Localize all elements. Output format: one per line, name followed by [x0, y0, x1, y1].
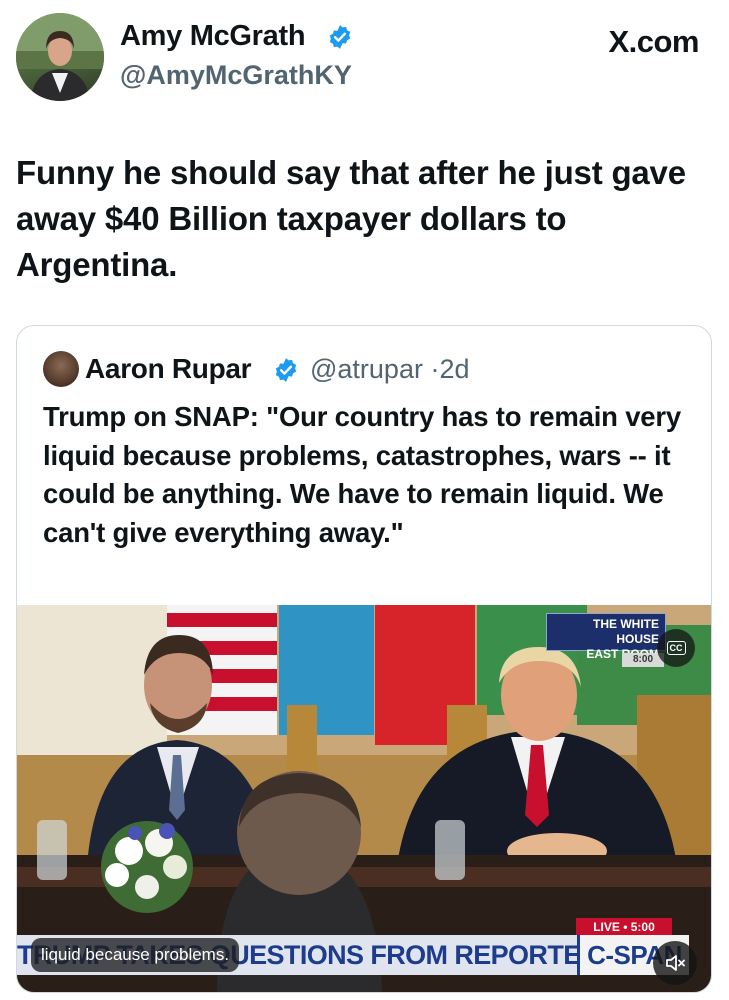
captions-button[interactable]: CC	[657, 629, 695, 667]
quote-author-handle[interactable]: @atrupar	[310, 354, 423, 384]
author-avatar[interactable]	[16, 13, 104, 101]
white-house-badge: THE WHITE HOUSE EAST ROOM	[546, 613, 666, 661]
verified-badge-icon	[329, 25, 351, 49]
wh-badge-line1: THE WHITE HOUSE	[593, 617, 659, 646]
quote-tweet-card[interactable]: Aaron Rupar @atrupar ·2d Trump on SNAP: …	[16, 325, 712, 993]
quote-age[interactable]: 2d	[439, 354, 469, 384]
mute-button[interactable]	[653, 941, 697, 985]
author-name[interactable]: Amy McGrath	[120, 20, 306, 53]
tweet-text: Funny he should say that after he just g…	[16, 154, 686, 283]
quote-author-avatar[interactable]	[43, 351, 79, 387]
author-handle[interactable]: @AmyMcGrathKY	[120, 60, 352, 91]
video-player[interactable]: THE WHITE HOUSE EAST ROOM 8:00 CC LIVE •…	[17, 605, 711, 992]
quote-meta: @atrupar ·2d	[310, 354, 470, 385]
quote-text: Trump on SNAP: "Our country has to remai…	[43, 401, 681, 548]
cc-icon: CC	[666, 641, 686, 655]
verified-badge-icon	[275, 358, 297, 382]
speaker-muted-icon	[666, 955, 685, 971]
quote-author-name[interactable]: Aaron Rupar	[85, 353, 252, 385]
video-caption: liquid because problems.	[31, 938, 240, 972]
live-badge: LIVE • 5:00	[576, 918, 672, 936]
site-label: X.com	[608, 24, 699, 59]
